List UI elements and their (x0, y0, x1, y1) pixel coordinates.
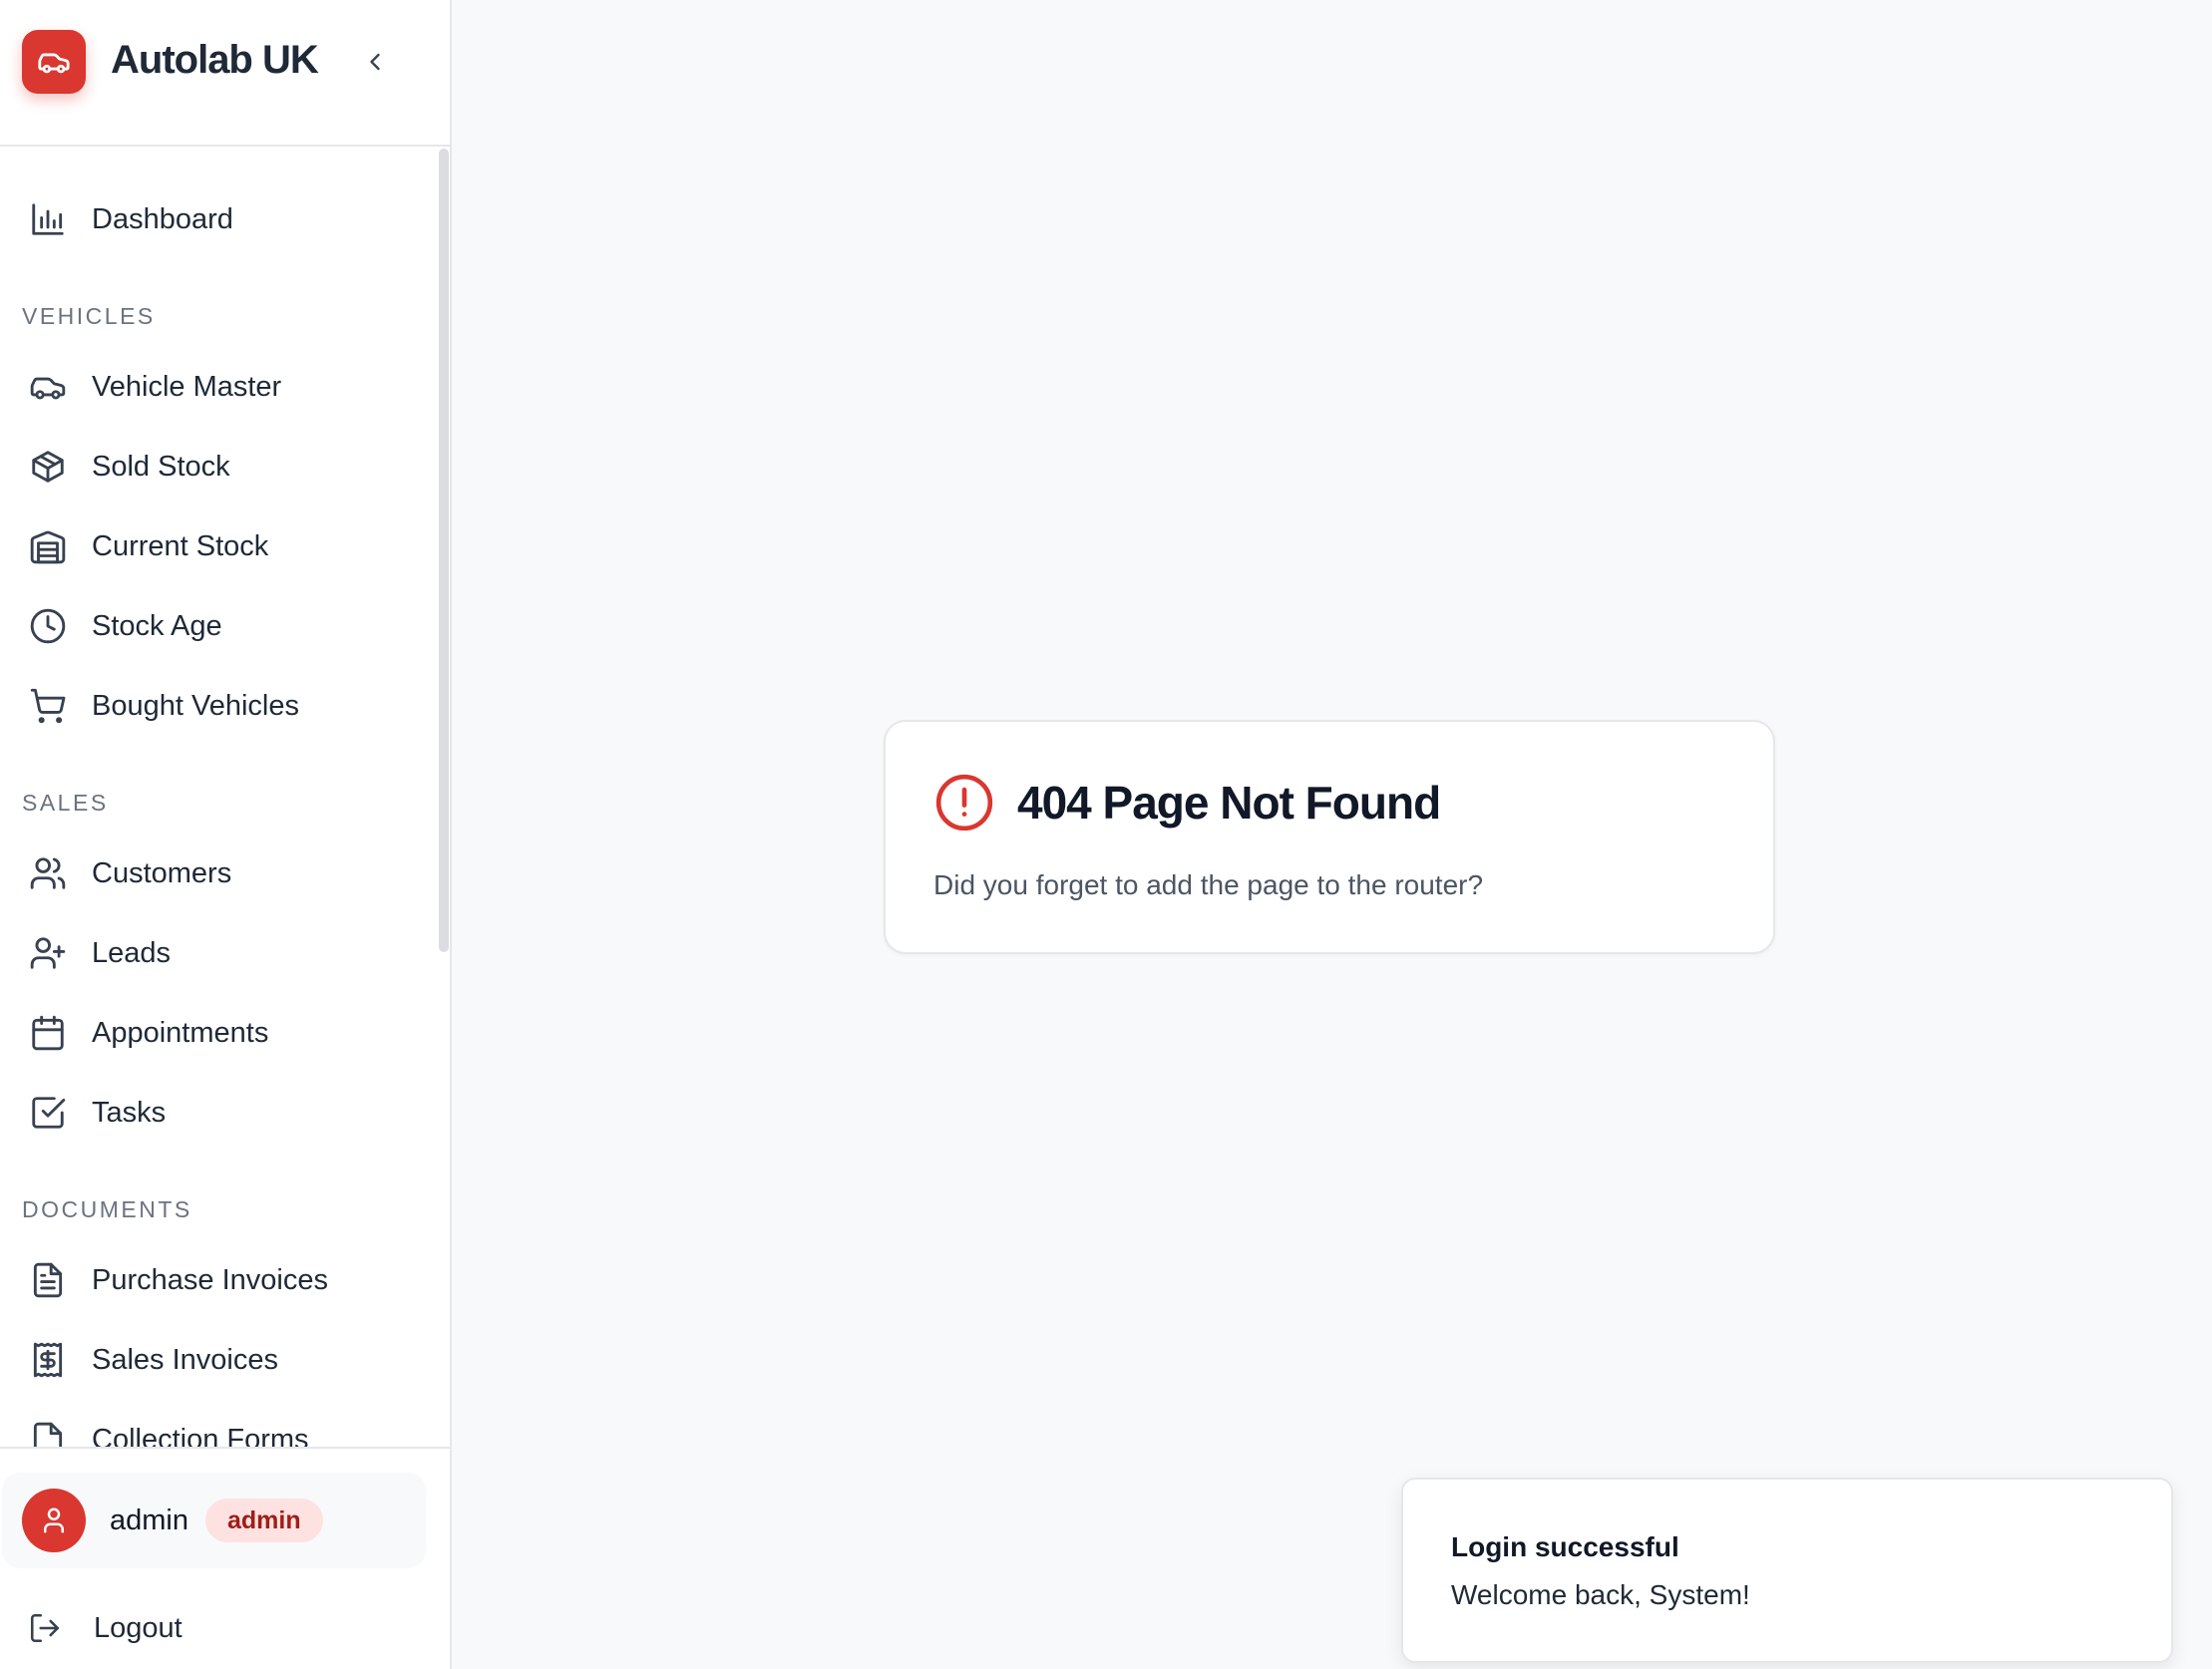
sidebar-scrollbar[interactable] (439, 149, 449, 952)
sidebar-item-appointments[interactable]: Appointments (0, 998, 437, 1068)
user-icon (39, 1505, 69, 1535)
sidebar-item-current-stock[interactable]: Current Stock (0, 511, 437, 581)
sidebar-item-label: Customers (92, 856, 232, 889)
brand-name: Autolab UK (111, 38, 319, 82)
sidebar-item-label: Purchase Invoices (92, 1263, 328, 1296)
role-badge: admin (205, 1499, 323, 1542)
package-icon (28, 447, 68, 487)
file-icon (28, 1420, 68, 1447)
sidebar-item-label: Sales Invoices (92, 1343, 278, 1376)
sidebar-item-tasks[interactable]: Tasks (0, 1078, 437, 1148)
user-area: admin admin Logout (0, 1447, 450, 1669)
bar-chart-icon (28, 199, 68, 239)
brand-header: Autolab UK (0, 0, 450, 147)
sidebar-item-label: Bought Vehicles (92, 689, 299, 722)
toast-title: Login successful (1451, 1531, 1679, 1562)
page-title: 404 Page Not Found (1017, 777, 1441, 829)
user-card[interactable]: admin admin (2, 1473, 426, 1568)
logout-button[interactable]: Logout (28, 1603, 183, 1653)
section-title-documents: DOCUMENTS (22, 1196, 192, 1222)
chevron-left-icon (361, 48, 389, 76)
sidebar-item-label: Stock Age (92, 609, 222, 642)
section-title-vehicles: VEHICLES (22, 303, 156, 329)
sidebar-item-label: Tasks (92, 1096, 167, 1129)
warehouse-icon (28, 526, 68, 566)
logout-icon (28, 1611, 62, 1645)
main-content: 404 Page Not Found Did you forget to add… (452, 0, 2212, 1669)
users-icon (28, 853, 68, 893)
sidebar-item-collection-forms[interactable]: Collection Forms (0, 1405, 437, 1447)
calendar-icon (28, 1013, 68, 1053)
section-title-sales: SALES (22, 790, 109, 816)
file-text-icon (28, 1260, 68, 1300)
sidebar-item-dashboard[interactable]: Dashboard (0, 184, 437, 254)
sidebar-item-purchase-invoices[interactable]: Purchase Invoices (0, 1245, 437, 1315)
collapse-sidebar-button[interactable] (355, 42, 395, 82)
alert-circle-icon (933, 772, 995, 834)
sidebar-item-customers[interactable]: Customers (0, 838, 437, 908)
sidebar-item-label: Current Stock (92, 529, 269, 562)
not-found-card: 404 Page Not Found Did you forget to add… (884, 720, 1775, 954)
toast-message: Welcome back, System! (1451, 1579, 1750, 1610)
avatar (22, 1489, 86, 1552)
sidebar-item-sales-invoices[interactable]: Sales Invoices (0, 1325, 437, 1395)
user-plus-icon (28, 933, 68, 973)
sidebar-item-label: Sold Stock (92, 450, 230, 483)
cart-icon (28, 686, 68, 726)
sidebar-item-sold-stock[interactable]: Sold Stock (0, 432, 437, 501)
sidebar-item-label: Dashboard (92, 202, 233, 235)
sidebar-item-leads[interactable]: Leads (0, 918, 437, 988)
sidebar-item-vehicle-master[interactable]: Vehicle Master (0, 352, 437, 422)
sidebar-item-label: Appointments (92, 1016, 269, 1049)
user-name: admin (110, 1504, 188, 1536)
sidebar-item-label: Leads (92, 936, 172, 969)
sidebar-item-bought-vehicles[interactable]: Bought Vehicles (0, 671, 437, 741)
toast-notification[interactable]: Login successful Welcome back, System! (1401, 1478, 2173, 1663)
brand-logo[interactable] (22, 30, 86, 94)
clock-icon (28, 606, 68, 646)
receipt-icon (28, 1340, 68, 1380)
sidebar: Autolab UK Dashboard VEHICLES Vehicle Ma… (0, 0, 452, 1669)
error-message: Did you forget to add the page to the ro… (933, 869, 1484, 900)
car-icon (28, 367, 68, 407)
sidebar-item-stock-age[interactable]: Stock Age (0, 591, 437, 661)
car-icon (37, 45, 71, 79)
sidebar-item-label: Collection Forms (92, 1423, 309, 1448)
sidebar-nav: Dashboard VEHICLES Vehicle Master Sold S… (0, 149, 437, 1447)
check-square-icon (28, 1093, 68, 1133)
sidebar-item-label: Vehicle Master (92, 370, 282, 403)
logout-label: Logout (94, 1611, 183, 1644)
